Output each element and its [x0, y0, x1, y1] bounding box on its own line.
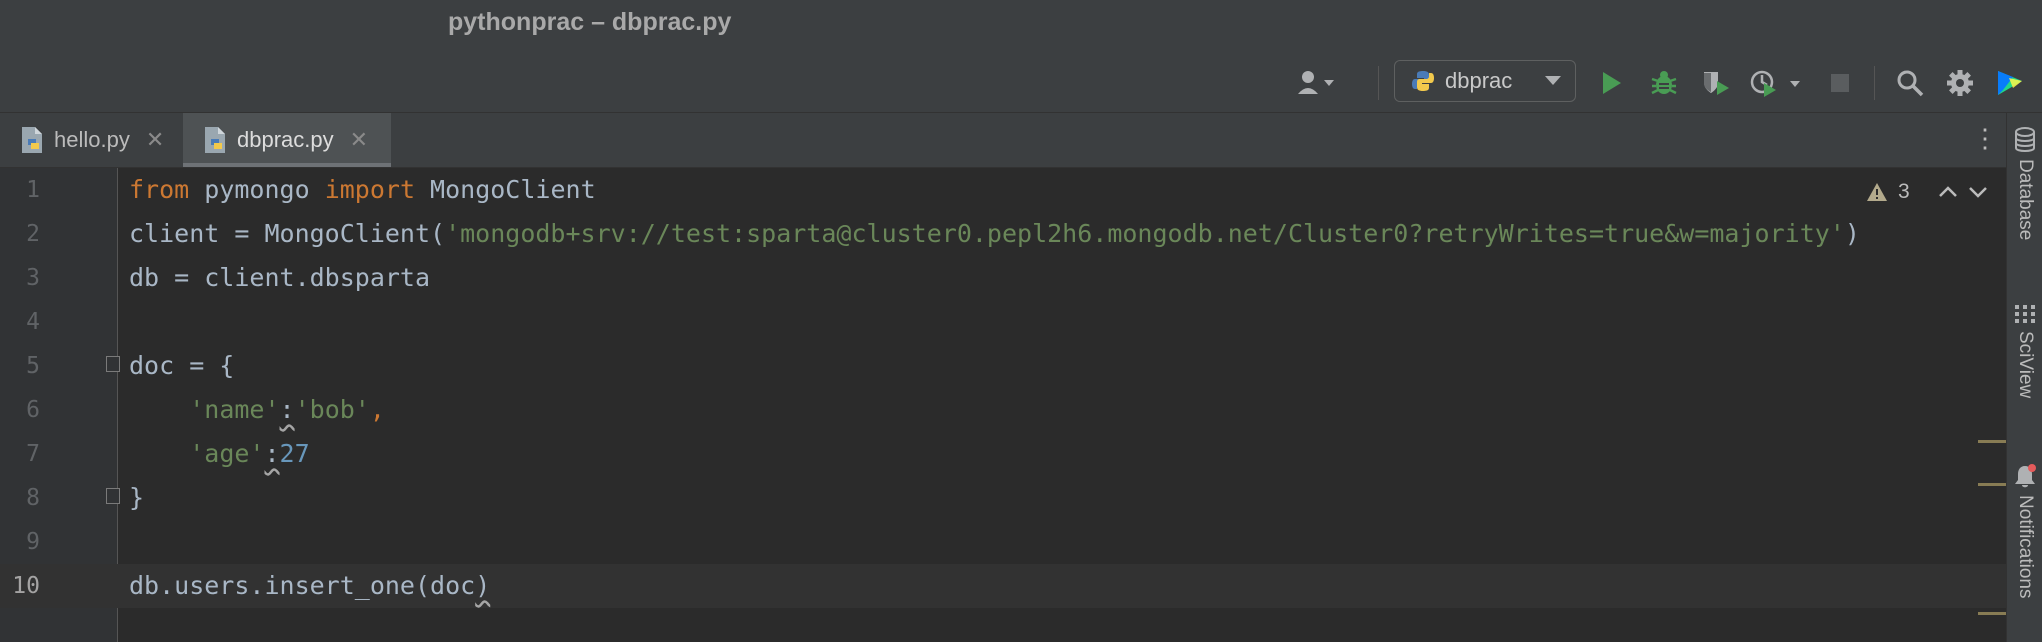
code-line[interactable]: 5 doc = {	[0, 344, 2006, 388]
sciview-icon	[2015, 305, 2035, 323]
line-number: 4	[26, 309, 40, 335]
code-line[interactable]: 4	[0, 300, 2006, 344]
code-line[interactable]: 9	[0, 520, 2006, 564]
inspection-widget[interactable]: 3	[1866, 180, 1988, 204]
python-file-icon	[22, 127, 42, 153]
fold-start-icon[interactable]	[106, 356, 120, 372]
profile-button[interactable]	[1746, 58, 1810, 108]
tab-label: hello.py	[54, 127, 130, 152]
chevron-up-icon[interactable]	[1938, 186, 1958, 198]
line-code: 'name':'bob',	[189, 395, 385, 424]
plugin-icon	[1998, 71, 2022, 95]
debug-button[interactable]	[1642, 58, 1686, 108]
user-menu-button[interactable]	[1290, 58, 1346, 108]
database-tool-button[interactable]: Database	[2007, 127, 2042, 240]
coverage-icon	[1704, 72, 1729, 95]
jetbrains-plugin-button[interactable]	[1988, 58, 2032, 108]
close-icon[interactable]: ✕	[350, 127, 368, 153]
warning-stripe-marker[interactable]	[1978, 440, 2006, 443]
window-title: pythonprac – dbprac.py	[448, 8, 732, 36]
code-line[interactable]: 3 db = client.dbsparta	[0, 256, 2006, 300]
stop-icon	[1831, 74, 1849, 92]
code-line[interactable]: 6 'name':'bob',	[0, 388, 2006, 432]
code-line[interactable]: 7 'age':27	[0, 432, 2006, 476]
line-code: doc = {	[129, 351, 235, 380]
main-toolbar: dbprac	[1242, 58, 2042, 108]
fold-end-icon[interactable]	[106, 488, 120, 504]
debug-icon	[1651, 71, 1677, 95]
line-code: client = MongoClient('mongodb+srv://test…	[129, 219, 1860, 248]
line-number: 1	[26, 177, 40, 203]
right-tool-window-bar: Database SciView Notifications	[2006, 113, 2042, 642]
line-code: }	[129, 483, 145, 512]
search-everywhere-button[interactable]	[1888, 58, 1932, 108]
run-with-coverage-button[interactable]	[1694, 58, 1738, 108]
line-code: from pymongo import MongoClient	[129, 175, 596, 204]
tab-hello-py[interactable]: hello.py ✕	[0, 113, 183, 167]
user-icon	[1298, 71, 1334, 94]
line-number: 7	[26, 441, 40, 467]
more-options-icon[interactable]: ⋮	[1972, 123, 1998, 153]
sciview-label: SciView	[2015, 331, 2036, 399]
sciview-tool-button[interactable]: SciView	[2007, 303, 2042, 398]
search-icon	[1897, 70, 1924, 97]
tab-label: dbprac.py	[237, 127, 334, 152]
notifications-tool-button[interactable]: Notifications	[2007, 463, 2042, 599]
settings-button[interactable]	[1938, 58, 1982, 108]
line-number: 5	[26, 353, 40, 379]
run-configuration-select[interactable]: dbprac	[1394, 60, 1576, 102]
editor-tab-bar: hello.py ✕ dbprac.py ✕ ⋮	[0, 113, 2006, 168]
line-code: db.users.insert_one(doc)	[129, 571, 491, 600]
title-bar: pythonprac – dbprac.py dbprac	[0, 0, 2042, 113]
line-number: 6	[26, 397, 40, 423]
run-button[interactable]	[1592, 58, 1632, 108]
code-line[interactable]: 1 from pymongo import MongoClient	[0, 168, 2006, 212]
stop-button[interactable]	[1822, 58, 1858, 108]
tab-dbprac-py[interactable]: dbprac.py ✕	[183, 113, 391, 167]
bell-icon	[2015, 464, 2036, 488]
database-icon	[2015, 127, 2035, 152]
warning-icon	[1867, 183, 1887, 201]
line-number: 10	[12, 573, 40, 599]
code-line[interactable]: 2 client = MongoClient('mongodb+srv://te…	[0, 212, 2006, 256]
toolbar-separator	[1378, 66, 1379, 100]
chevron-down-icon[interactable]	[1968, 186, 1988, 198]
toolbar-separator	[1874, 66, 1875, 100]
line-code: 'age':27	[189, 439, 310, 468]
code-line[interactable]: 8 }	[0, 476, 2006, 520]
line-number: 2	[26, 221, 40, 247]
warning-count: 3	[1898, 180, 1910, 203]
warning-stripe-marker[interactable]	[1978, 483, 2006, 486]
close-icon[interactable]: ✕	[146, 127, 164, 153]
code-line-current[interactable]: 10 db.users.insert_one(doc)	[0, 564, 2006, 608]
python-file-icon	[205, 127, 225, 153]
python-icon	[1412, 71, 1434, 91]
database-label: Database	[2015, 159, 2036, 241]
line-number: 9	[26, 529, 40, 555]
run-configuration-label: dbprac	[1445, 68, 1513, 93]
run-icon	[1603, 72, 1621, 94]
code-editor[interactable]: 1 from pymongo import MongoClient 2 clie…	[0, 168, 2006, 642]
line-number: 8	[26, 485, 40, 511]
line-number: 3	[26, 265, 40, 291]
profile-icon	[1750, 70, 1800, 97]
line-code: db = client.dbsparta	[129, 263, 431, 292]
warning-stripe-marker[interactable]	[1978, 612, 2006, 615]
notifications-label: Notifications	[2015, 495, 2036, 599]
chevron-down-icon	[1545, 76, 1561, 85]
gear-icon	[1947, 70, 1973, 96]
